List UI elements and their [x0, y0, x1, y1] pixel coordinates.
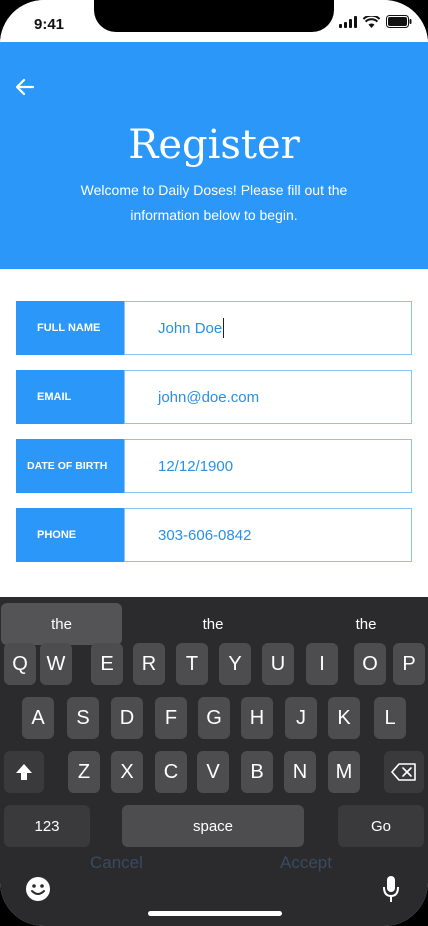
notch: [94, 0, 334, 32]
key-z[interactable]: Z: [68, 751, 100, 793]
date-of-birth-label: DATE OF BIRTH: [16, 439, 124, 493]
key-b[interactable]: B: [241, 751, 273, 793]
phone-screen: 9:41 Register Welcome to Daily Doses! Pl…: [0, 0, 428, 926]
registration-form: FULL NAME John Doe EMAIL john@doe.com DA…: [16, 301, 412, 577]
key-w[interactable]: W: [40, 643, 72, 685]
page-title: Register: [128, 122, 300, 168]
text-cursor: [223, 318, 225, 338]
register-header: Register Welcome to Daily Doses! Please …: [0, 42, 428, 269]
key-r[interactable]: R: [133, 643, 165, 685]
key-j[interactable]: J: [285, 697, 317, 739]
full-name-field[interactable]: John Doe: [124, 301, 412, 355]
shift-key[interactable]: [4, 751, 44, 793]
suggestion-2[interactable]: the: [152, 603, 274, 645]
battery-icon: [386, 15, 412, 28]
phone-value: 303-606-0842: [158, 526, 252, 544]
key-k[interactable]: K: [328, 697, 360, 739]
phone-label: PHONE: [16, 508, 124, 562]
key-e[interactable]: E: [91, 643, 123, 685]
status-time: 9:41: [34, 16, 65, 33]
email-label: EMAIL: [16, 370, 124, 424]
key-h[interactable]: H: [241, 697, 273, 739]
date-of-birth-value: 12/12/1900: [158, 457, 234, 475]
full-name-label: FULL NAME: [16, 301, 124, 355]
key-n[interactable]: N: [284, 751, 316, 793]
key-a[interactable]: A: [22, 697, 54, 739]
back-arrow-icon[interactable]: [14, 76, 36, 98]
status-icons: [339, 15, 412, 28]
phone-field[interactable]: 303-606-0842: [124, 508, 412, 562]
key-t[interactable]: T: [176, 643, 208, 685]
backspace-key[interactable]: [384, 751, 424, 793]
cancel-button[interactable]: Cancel: [90, 853, 143, 873]
full-name-row: FULL NAME John Doe: [16, 301, 412, 355]
date-of-birth-row: DATE OF BIRTH 12/12/1900: [16, 439, 412, 493]
key-o[interactable]: O: [354, 643, 386, 685]
home-indicator[interactable]: [148, 911, 282, 916]
suggestion-3[interactable]: the: [305, 603, 427, 645]
email-value: john@doe.com: [158, 388, 260, 406]
date-of-birth-field[interactable]: 12/12/1900: [124, 439, 412, 493]
key-u[interactable]: U: [262, 643, 294, 685]
key-i[interactable]: I: [306, 643, 338, 685]
key-s[interactable]: S: [67, 697, 99, 739]
numbers-key[interactable]: 123: [4, 805, 90, 847]
space-key[interactable]: space: [122, 805, 304, 847]
emoji-icon[interactable]: [24, 875, 52, 903]
suggestion-1[interactable]: the: [1, 603, 122, 645]
onscreen-keyboard: Cancel Accept the the the Q W E R T Y U …: [0, 597, 428, 926]
key-l[interactable]: L: [374, 697, 406, 739]
microphone-icon[interactable]: [382, 875, 400, 903]
status-bar: 9:41: [0, 0, 428, 42]
key-q[interactable]: Q: [4, 643, 36, 685]
email-row: EMAIL john@doe.com: [16, 370, 412, 424]
accept-button[interactable]: Accept: [280, 853, 332, 873]
key-v[interactable]: V: [197, 751, 229, 793]
suggestion-bar: the the the: [0, 597, 428, 645]
key-g[interactable]: G: [198, 697, 230, 739]
key-c[interactable]: C: [155, 751, 187, 793]
go-key[interactable]: Go: [338, 805, 424, 847]
key-m[interactable]: M: [328, 751, 360, 793]
page-subtitle: Welcome to Daily Doses! Please fill out …: [80, 182, 348, 223]
key-d[interactable]: D: [111, 697, 143, 739]
key-x[interactable]: X: [111, 751, 143, 793]
shift-icon: [16, 764, 32, 780]
full-name-value: John Doe: [158, 319, 223, 337]
backspace-icon: [391, 763, 416, 781]
wifi-icon: [363, 15, 380, 28]
cellular-signal-icon: [339, 15, 357, 28]
key-p[interactable]: P: [393, 643, 425, 685]
key-y[interactable]: Y: [219, 643, 251, 685]
phone-row: PHONE 303-606-0842: [16, 508, 412, 562]
key-f[interactable]: F: [155, 697, 187, 739]
email-field[interactable]: john@doe.com: [124, 370, 412, 424]
